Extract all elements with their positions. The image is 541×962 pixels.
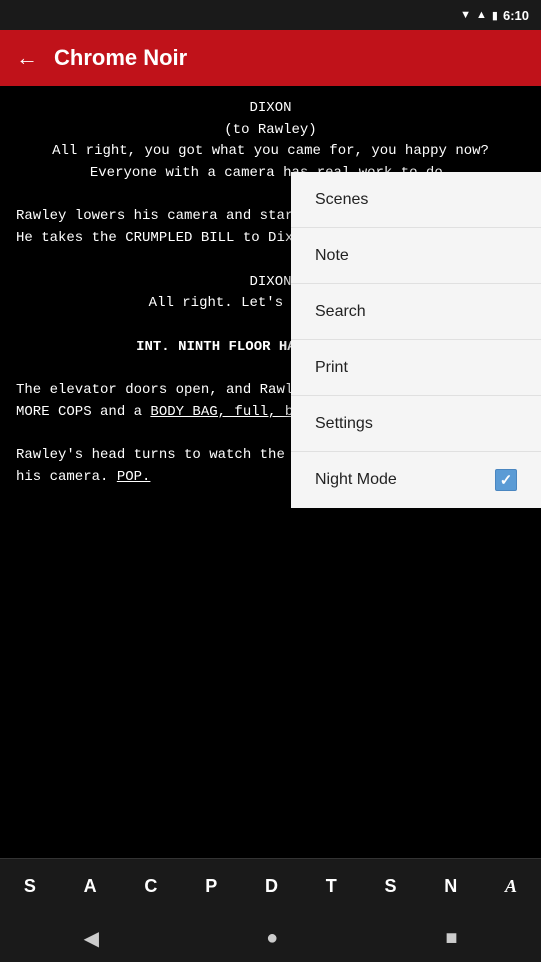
bottom-toolbar: S A C P D T S N A — [0, 858, 541, 914]
menu-item-scenes[interactable]: Scenes — [291, 172, 541, 228]
toolbar-btn-P[interactable]: P — [205, 876, 217, 897]
toolbar-btn-T[interactable]: T — [326, 876, 337, 897]
app-title: Chrome Noir — [54, 45, 187, 71]
menu-item-settings[interactable]: Settings — [291, 396, 541, 452]
toolbar-btn-S2[interactable]: S — [385, 876, 397, 897]
status-bar: ▼ ▲ ▮ 6:10 — [0, 0, 541, 30]
nav-back-button[interactable]: ◀ — [84, 926, 99, 951]
toolbar-btn-italic-A[interactable]: A — [505, 876, 517, 897]
toolbar-btn-D[interactable]: D — [265, 876, 278, 897]
dropdown-menu: Scenes Note Search Print Settings Night … — [291, 172, 541, 508]
night-mode-checkbox[interactable]: ✓ — [495, 469, 517, 491]
signal-icon: ▼ — [460, 9, 471, 21]
menu-item-note[interactable]: Note — [291, 228, 541, 284]
toolbar-btn-S[interactable]: S — [24, 876, 36, 897]
battery-icon: ▮ — [492, 9, 498, 22]
status-time: 6:10 — [503, 8, 529, 23]
toolbar-btn-C[interactable]: C — [144, 876, 157, 897]
menu-item-print[interactable]: Print — [291, 340, 541, 396]
nav-recent-button[interactable]: ■ — [445, 927, 457, 950]
back-button[interactable]: ← — [16, 45, 38, 71]
status-icons: ▼ ▲ ▮ 6:10 — [460, 8, 529, 23]
toolbar-btn-N[interactable]: N — [444, 876, 457, 897]
menu-item-night-mode[interactable]: Night Mode ✓ — [291, 452, 541, 508]
toolbar-btn-A[interactable]: A — [84, 876, 97, 897]
app-bar: ← Chrome Noir — [0, 30, 541, 86]
main-content: DIXON (to Rawley) All right, you got wha… — [0, 86, 541, 858]
checkmark-icon: ✓ — [500, 471, 513, 489]
parenthetical-1: (to Rawley) — [16, 120, 525, 142]
nav-home-button[interactable]: ● — [266, 927, 278, 950]
wifi-icon: ▲ — [476, 9, 487, 21]
character-name-1: DIXON — [16, 98, 525, 120]
menu-item-search[interactable]: Search — [291, 284, 541, 340]
nav-bar: ◀ ● ■ — [0, 914, 541, 962]
